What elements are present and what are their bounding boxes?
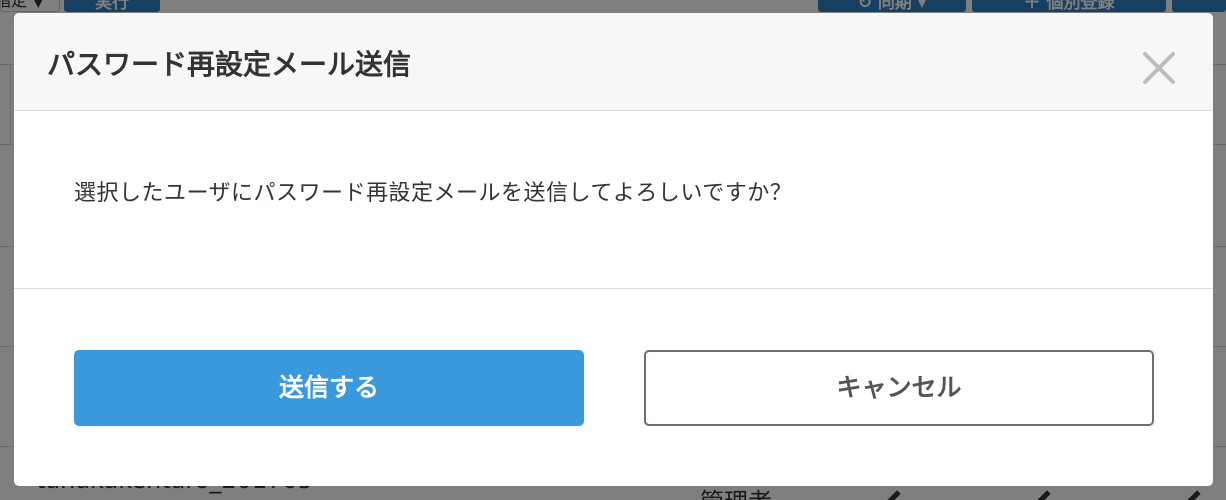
dialog-message: 選択したユーザにパスワード再設定メールを送信してよろしいですか？ <box>74 181 793 206</box>
dialog-title: パスワード再設定メール送信 <box>47 48 412 81</box>
close-icon-graphic <box>1143 52 1175 84</box>
send-button[interactable]: 送信する <box>74 350 584 426</box>
dialog-header: パスワード再設定メール送信 <box>14 13 1213 111</box>
close-icon[interactable] <box>1140 49 1178 87</box>
dialog-body: 選択したユーザにパスワード再設定メールを送信してよろしいですか？ <box>14 111 1213 289</box>
password-reset-dialog: パスワード再設定メール送信 選択したユーザにパスワード再設定メールを送信してよろ… <box>14 13 1213 486</box>
cancel-button[interactable]: キャンセル <box>644 350 1154 426</box>
dialog-footer: 送信する キャンセル <box>14 289 1213 486</box>
